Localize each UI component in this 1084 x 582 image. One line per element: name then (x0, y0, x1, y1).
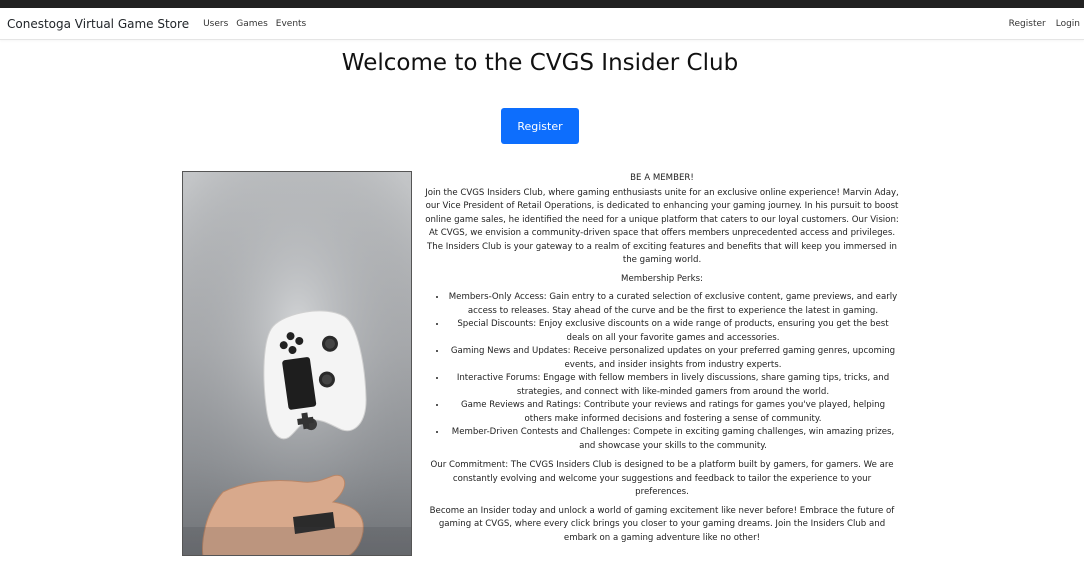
perk-item: Gaming News and Updates: Receive persona… (447, 345, 899, 372)
nav-left: Conestoga Virtual Game Store Users Games… (7, 17, 314, 31)
perk-item: Game Reviews and Ratings: Contribute you… (447, 399, 899, 426)
perk-item: Interactive Forums: Engage with fellow m… (447, 372, 899, 399)
register-button[interactable]: Register (501, 108, 579, 144)
controller-hand-illustration (183, 172, 411, 555)
nav-right: Register Login (999, 19, 1080, 29)
controller-hand-image (182, 171, 412, 556)
nav-link-users[interactable]: Users (203, 19, 228, 29)
nav-link-login[interactable]: Login (1056, 19, 1080, 29)
page-title: Welcome to the CVGS Insider Club (341, 50, 739, 76)
club-description: BE A MEMBER! Join the CVGS Insiders Club… (425, 172, 899, 550)
section-heading: BE A MEMBER! (630, 173, 694, 183)
commitment-paragraph: Our Commitment: The CVGS Insiders Club i… (430, 460, 894, 497)
perks-title: Membership Perks: (621, 273, 703, 284)
browser-top-strip (0, 0, 1084, 8)
nav-link-events[interactable]: Events (276, 19, 306, 29)
nav-link-games[interactable]: Games (236, 19, 267, 29)
perks-list: Members-Only Access: Gain entry to a cur… (425, 291, 899, 453)
navbar: Conestoga Virtual Game Store Users Games… (0, 8, 1084, 40)
closing-paragraph: Become an Insider today and unlock a wor… (429, 505, 895, 543)
perk-item: Member-Driven Contests and Challenges: C… (447, 426, 899, 453)
perk-item: Special Discounts: Enjoy exclusive disco… (447, 318, 899, 345)
intro-paragraph: Join the CVGS Insiders Club, where gamin… (425, 187, 899, 266)
perk-item: Members-Only Access: Gain entry to a cur… (447, 291, 899, 318)
brand-link[interactable]: Conestoga Virtual Game Store (7, 17, 189, 31)
nav-link-register[interactable]: Register (1009, 19, 1046, 29)
